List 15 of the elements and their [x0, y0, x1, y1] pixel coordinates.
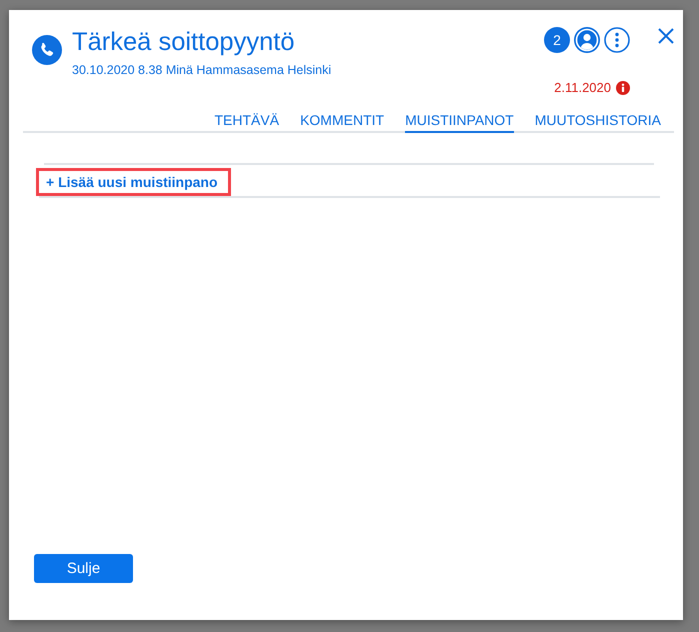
due-date: 2.11.2020 — [554, 80, 611, 95]
tab[interactable]: MUISTIINPANOT — [405, 112, 514, 133]
tab[interactable]: MUUTOSHISTORIA — [534, 112, 661, 133]
dialog-title: Tärkeä soittopyyntö — [72, 27, 296, 57]
add-note-link[interactable]: + Lisää uusi muistiinpano — [36, 168, 231, 196]
count-badge[interactable]: 2 — [544, 27, 570, 53]
user-icon[interactable] — [574, 27, 600, 53]
tab[interactable]: KOMMENTIT — [300, 112, 384, 133]
close-button[interactable] — [658, 28, 674, 44]
tab[interactable]: TEHTÄVÄ — [214, 112, 280, 133]
close-dialog-button[interactable]: Sulje — [34, 554, 133, 583]
info-icon — [616, 80, 630, 94]
phone-icon — [32, 35, 62, 65]
dialog-subtitle: 30.10.2020 8.38 Minä Hammasasema Helsinki — [72, 63, 332, 77]
more-options-icon[interactable] — [604, 27, 630, 53]
